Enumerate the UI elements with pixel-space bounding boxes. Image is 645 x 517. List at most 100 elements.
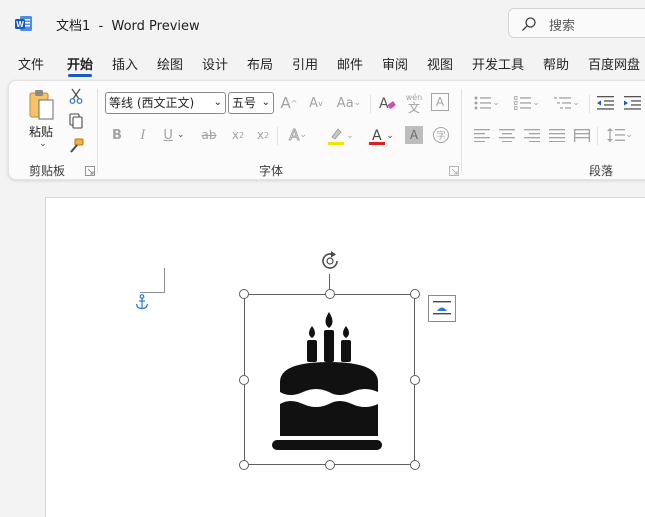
font-dialog-launcher-icon[interactable] xyxy=(449,166,459,176)
strikethrough-button[interactable]: ab xyxy=(199,125,219,145)
highlight-color-button[interactable]: ⌄ xyxy=(323,125,357,147)
tab-insert[interactable]: 插入 xyxy=(112,54,138,73)
character-shading-glyph: A xyxy=(409,128,419,142)
format-painter-button[interactable] xyxy=(68,137,84,155)
font-size-combobox[interactable]: 五号 ⌄ xyxy=(228,92,274,114)
tab-references[interactable]: 引用 xyxy=(292,54,318,73)
distributed-button[interactable] xyxy=(573,126,591,144)
tab-help[interactable]: 帮助 xyxy=(543,54,569,73)
paste-icon xyxy=(29,90,54,120)
align-left-button[interactable] xyxy=(473,126,491,144)
tab-home[interactable]: 开始 xyxy=(67,54,93,73)
font-color-icon: A xyxy=(369,128,386,145)
copy-button[interactable] xyxy=(68,112,84,130)
layout-options-icon xyxy=(433,301,451,315)
rotate-handle-icon[interactable] xyxy=(318,249,342,273)
paragraph-group-label: 段落 xyxy=(589,164,614,178)
justify-button[interactable] xyxy=(548,126,566,144)
font-name-combobox[interactable]: 等线 (西文正文) ⌄ xyxy=(105,92,226,114)
clipboard-dialog-launcher-icon[interactable] xyxy=(85,166,95,176)
search-placeholder: 搜索 xyxy=(549,19,576,34)
superscript-number: 2 xyxy=(264,130,270,140)
phonetic-guide-button[interactable]: wén 文 xyxy=(404,91,424,115)
tab-layout[interactable]: 布局 xyxy=(247,54,273,73)
resize-handle-bottom-right[interactable] xyxy=(410,460,420,470)
strikethrough-glyph: ab xyxy=(201,128,217,142)
copy-icon xyxy=(69,113,83,129)
tab-review[interactable]: 审阅 xyxy=(382,54,408,73)
subscript-number: 2 xyxy=(239,130,245,140)
margin-corner-mark xyxy=(163,268,165,292)
cut-button[interactable] xyxy=(68,87,84,105)
resize-handle-left[interactable] xyxy=(239,375,249,385)
text-effects-button[interactable]: A ⌄ xyxy=(283,125,313,145)
increase-indent-icon xyxy=(624,96,641,110)
resize-handle-right[interactable] xyxy=(410,375,420,385)
character-border-button[interactable]: A xyxy=(431,93,449,111)
subscript-button[interactable]: x2 xyxy=(229,125,247,145)
italic-button[interactable]: I xyxy=(135,125,151,145)
paste-label[interactable]: 粘贴 xyxy=(29,123,53,140)
text-effects-glyph: A xyxy=(289,126,300,145)
resize-handle-top-right[interactable] xyxy=(410,289,420,299)
resize-handle-bottom[interactable] xyxy=(325,460,335,470)
superscript-button[interactable]: x2 xyxy=(254,125,272,145)
align-center-button[interactable] xyxy=(498,126,516,144)
decrease-indent-icon xyxy=(597,96,614,110)
superscript-glyph: x xyxy=(256,128,264,142)
tab-file[interactable]: 文件 xyxy=(18,54,44,73)
numbering-icon xyxy=(514,96,532,110)
grow-font-button[interactable]: A ^ xyxy=(280,93,298,113)
clear-formatting-icon: A xyxy=(379,96,396,112)
svg-text:A: A xyxy=(372,128,382,144)
search-box[interactable]: 搜索 xyxy=(508,8,645,38)
tab-baidu-netdisk[interactable]: 百度网盘 xyxy=(588,54,640,73)
tab-developer[interactable]: 开发工具 xyxy=(472,54,524,73)
tab-draw[interactable]: 绘图 xyxy=(157,54,183,73)
character-shading-button[interactable]: A xyxy=(405,126,423,144)
document-title: 文档1 - Word Preview xyxy=(56,15,200,34)
bold-glyph: B xyxy=(112,127,122,143)
bullets-button[interactable]: ⌄ xyxy=(471,93,503,113)
bold-button[interactable]: B xyxy=(109,125,125,145)
anchor-icon[interactable] xyxy=(135,294,149,310)
font-color-button[interactable]: A ⌄ xyxy=(365,125,397,147)
font-separator-2 xyxy=(277,127,278,145)
paste-button[interactable] xyxy=(27,87,57,123)
decrease-indent-button[interactable] xyxy=(596,93,616,113)
enclose-characters-button[interactable]: 字 xyxy=(431,125,451,145)
italic-glyph: I xyxy=(140,127,146,143)
align-right-button[interactable] xyxy=(523,126,541,144)
tab-design[interactable]: 设计 xyxy=(202,54,228,73)
subscript-glyph: x xyxy=(231,128,239,142)
grow-font-glyph: A xyxy=(280,94,291,112)
ribbon: 粘贴 ⌄ 剪贴板 等线 (西文正文) ⌄ 五号 ⌄ A ^ A v Aa ⌄ A… xyxy=(8,80,645,180)
character-border-glyph: A xyxy=(435,95,445,109)
line-spacing-button[interactable]: ⌄ xyxy=(603,125,637,145)
justify-icon xyxy=(549,128,565,142)
increase-indent-button[interactable] xyxy=(623,93,643,113)
resize-handle-top-left[interactable] xyxy=(239,289,249,299)
resize-handle-top[interactable] xyxy=(325,289,335,299)
tab-view[interactable]: 视图 xyxy=(427,54,453,73)
document-page[interactable] xyxy=(45,197,645,517)
phonetic-bottom-text: 文 xyxy=(407,101,420,115)
word-app-icon: W xyxy=(15,16,32,31)
ribbon-tabs: 文件 开始 插入 绘图 设计 布局 引用 邮件 审阅 视图 开发工具 帮助 百度… xyxy=(0,50,645,77)
active-tab-indicator xyxy=(68,74,92,77)
numbering-button[interactable]: ⌄ xyxy=(511,93,543,113)
change-case-button[interactable]: Aa ⌄ xyxy=(334,93,364,113)
paste-dropdown-chevron-icon[interactable]: ⌄ xyxy=(38,139,48,149)
tab-mailings[interactable]: 邮件 xyxy=(337,54,363,73)
shrink-font-button[interactable]: Av xyxy=(307,93,325,113)
clear-formatting-button[interactable]: A xyxy=(377,93,397,113)
underline-glyph: U xyxy=(163,127,173,143)
resize-handle-bottom-left[interactable] xyxy=(239,460,249,470)
multilevel-list-button[interactable]: ⌄ xyxy=(551,93,583,113)
align-right-icon xyxy=(524,128,540,142)
enclose-characters-icon: 字 xyxy=(433,127,449,143)
underline-button[interactable]: U ⌄ xyxy=(159,125,189,145)
scissors-icon xyxy=(69,88,83,104)
ribbon-separator xyxy=(97,89,98,173)
layout-options-button[interactable] xyxy=(428,295,456,322)
